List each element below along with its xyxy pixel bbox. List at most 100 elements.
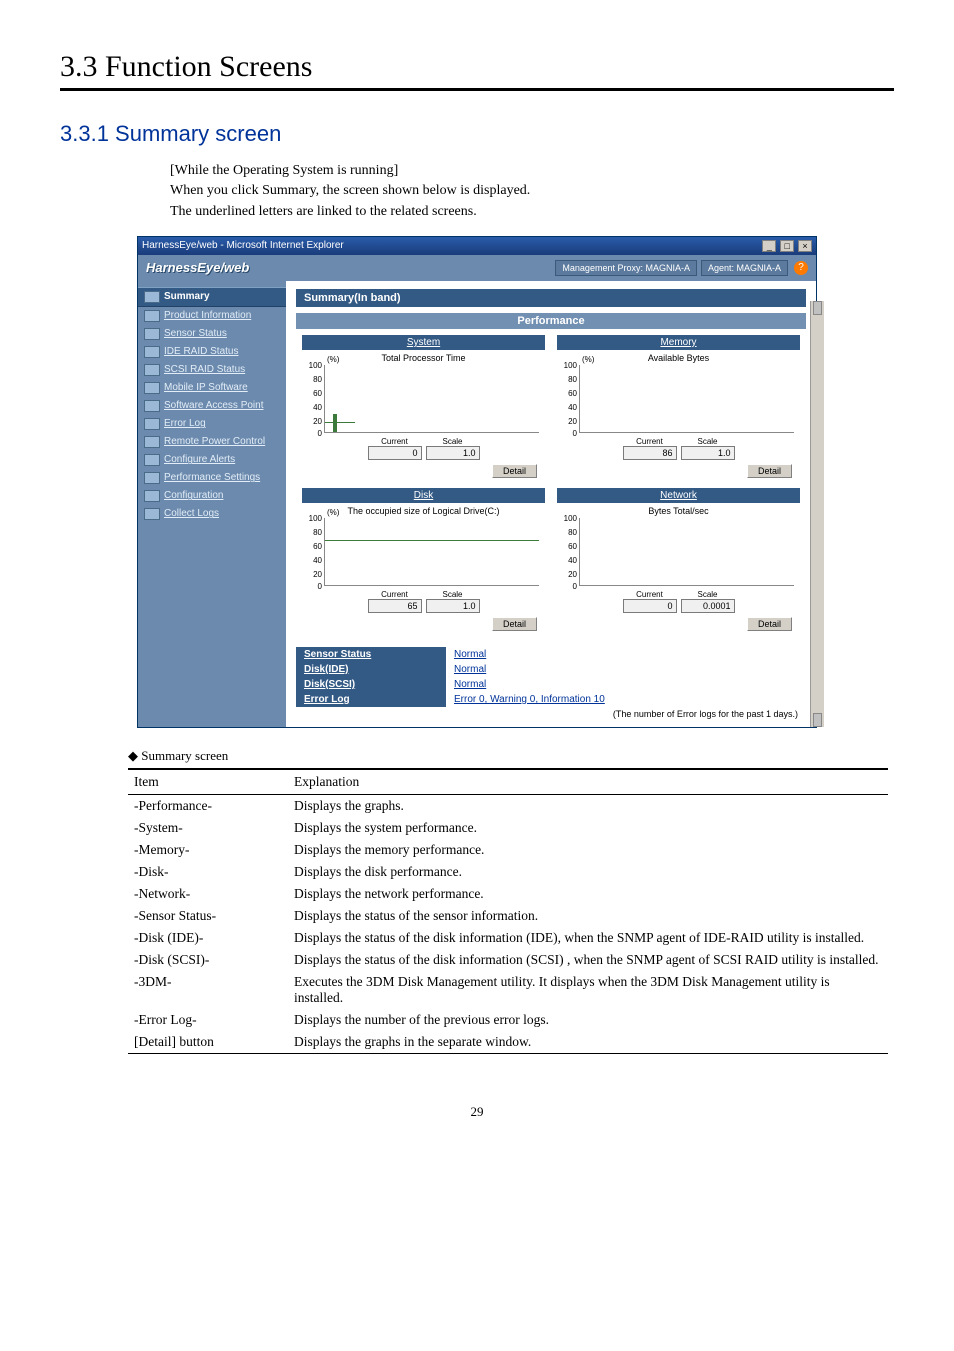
sidebar-item-label: IDE RAID Status — [164, 346, 238, 357]
ytick: 100 — [303, 361, 322, 370]
panel-system-header[interactable]: System — [302, 335, 545, 350]
disk-current-input[interactable] — [368, 599, 422, 613]
memory-current-input[interactable] — [623, 446, 677, 460]
network-detail-button[interactable]: Detail — [747, 617, 792, 631]
sidebar-item-label: Mobile IP Software — [164, 382, 248, 393]
maximize-button[interactable]: □ — [780, 240, 794, 252]
disk-scale-input[interactable] — [426, 599, 480, 613]
app-header: HarnessEye/web Management Proxy: MAGNIA-… — [138, 255, 816, 281]
disk-ide-value[interactable]: Normal — [446, 662, 806, 677]
memory-scale-input[interactable] — [681, 446, 735, 460]
system-detail-button[interactable]: Detail — [492, 464, 537, 478]
disk-ide-label[interactable]: Disk(IDE) — [296, 662, 446, 677]
sidebar-item-label: Configure Alerts — [164, 454, 235, 465]
sidebar-item-error-log[interactable]: Error Log — [138, 415, 286, 433]
disk-scsi-value[interactable]: Normal — [446, 677, 806, 692]
table-row: -System-Displays the system performance. — [128, 817, 888, 839]
current-label: Current — [623, 437, 677, 446]
sidebar-item-label: Collect Logs — [164, 508, 219, 519]
ytick: 0 — [303, 582, 322, 591]
error-log-value[interactable]: Error 0, Warning 0, Information 10 — [446, 692, 806, 707]
ytick: 80 — [558, 528, 577, 537]
sidebar-item-scsi-raid-status[interactable]: SCSI RAID Status — [138, 361, 286, 379]
minimize-button[interactable]: _ — [762, 240, 776, 252]
sidebar-item-configuration[interactable]: Configuration — [138, 487, 286, 505]
sidebar-item-icon — [144, 454, 160, 466]
table-row: -Performance-Displays the graphs. — [128, 794, 888, 817]
sensor-status-label[interactable]: Sensor Status — [296, 647, 446, 662]
table-row: -Disk-Displays the disk performance. — [128, 861, 888, 883]
sidebar-item-icon — [144, 310, 160, 322]
table-item: [Detail] button — [128, 1031, 288, 1054]
ytick: 60 — [303, 389, 322, 398]
disk-detail-button[interactable]: Detail — [492, 617, 537, 631]
panel-network-header[interactable]: Network — [557, 488, 800, 503]
status-footnote: (The number of Error logs for the past 1… — [296, 707, 806, 721]
system-current-input[interactable] — [368, 446, 422, 460]
chart-system-yunit: (%) — [327, 355, 339, 364]
ytick: 40 — [558, 556, 577, 565]
error-log-label[interactable]: Error Log — [296, 692, 446, 707]
subsection-heading: 3.3.1 Summary screen — [60, 121, 894, 147]
network-current-input[interactable] — [623, 599, 677, 613]
agent-label: Agent: MAGNIA-A — [701, 260, 788, 276]
ytick: 100 — [303, 514, 322, 523]
summary-table: Item Explanation -Performance-Displays t… — [128, 768, 888, 1054]
sidebar-item-product-information[interactable]: Product Information — [138, 307, 286, 325]
sidebar-item-label: Sensor Status — [164, 328, 227, 339]
section-heading: 3.3 Function Screens — [60, 50, 894, 91]
chart-system: (%) 100 80 60 40 20 0 — [324, 365, 539, 433]
screenshot: HarnessEye/web - Microsoft Internet Expl… — [137, 236, 817, 728]
sidebar-item-label: Configuration — [164, 490, 223, 501]
table-item: -Network- — [128, 883, 288, 905]
sidebar-item-icon — [144, 346, 160, 358]
sidebar-item-icon — [144, 490, 160, 502]
sensor-status-value[interactable]: Normal — [446, 647, 806, 662]
table-explanation: Displays the disk performance. — [288, 861, 888, 883]
sidebar-item-ide-raid-status[interactable]: IDE RAID Status — [138, 343, 286, 361]
memory-detail-button[interactable]: Detail — [747, 464, 792, 478]
chart-disk: (%) 100 80 60 40 20 0 — [324, 518, 539, 586]
sidebar-item-summary[interactable]: Summary — [138, 287, 286, 307]
table-row: [Detail] buttonDisplays the graphs in th… — [128, 1031, 888, 1054]
sidebar-item-icon — [144, 364, 160, 376]
table-caption: ◆ Summary screen — [128, 748, 894, 764]
network-scale-input[interactable] — [681, 599, 735, 613]
ytick: 20 — [303, 417, 322, 426]
chart-memory-yunit: (%) — [582, 355, 594, 364]
panel-network: Network Bytes Total/sec 100 80 60 40 20 … — [551, 486, 806, 639]
sidebar-item-icon — [144, 328, 160, 340]
sidebar-item-performance-settings[interactable]: Performance Settings — [138, 469, 286, 487]
sidebar-item-sensor-status[interactable]: Sensor Status — [138, 325, 286, 343]
close-button[interactable]: × — [798, 240, 812, 252]
panel-disk-header[interactable]: Disk — [302, 488, 545, 503]
scrollbar[interactable] — [810, 301, 824, 727]
window-buttons: _ □ × — [761, 240, 812, 252]
ytick: 100 — [558, 361, 577, 370]
table-explanation: Displays the network performance. — [288, 883, 888, 905]
table-explanation: Displays the number of the previous erro… — [288, 1009, 888, 1031]
sidebar-item-configure-alerts[interactable]: Configure Alerts — [138, 451, 286, 469]
table-item: -Sensor Status- — [128, 905, 288, 927]
performance-grid: System Total Processor Time (%) 100 80 6… — [296, 333, 806, 639]
ie-window: HarnessEye/web - Microsoft Internet Expl… — [137, 236, 817, 728]
page-number: 29 — [60, 1104, 894, 1120]
table-item: -Memory- — [128, 839, 288, 861]
sidebar-item-label: Error Log — [164, 418, 206, 429]
current-group: Current — [368, 437, 422, 460]
table-explanation: Displays the graphs in the separate wind… — [288, 1031, 888, 1054]
disk-scsi-label[interactable]: Disk(SCSI) — [296, 677, 446, 692]
sidebar-item-mobile-ip-software[interactable]: Mobile IP Software — [138, 379, 286, 397]
help-icon[interactable]: ? — [794, 261, 808, 275]
table-head-item: Item — [128, 769, 288, 795]
sidebar-item-collect-logs[interactable]: Collect Logs — [138, 505, 286, 523]
chart-disk-yunit: (%) — [327, 508, 339, 517]
panel-memory-header[interactable]: Memory — [557, 335, 800, 350]
intro-line-1: [While the Operating System is running] — [170, 161, 894, 181]
sidebar-item-remote-power-control[interactable]: Remote Power Control — [138, 433, 286, 451]
ie-titlebar: HarnessEye/web - Microsoft Internet Expl… — [138, 237, 816, 255]
table-row: -Disk (SCSI)-Displays the status of the … — [128, 949, 888, 971]
sidebar-item-software-access-point[interactable]: Software Access Point — [138, 397, 286, 415]
sidebar-item-label: Remote Power Control — [164, 436, 265, 447]
system-scale-input[interactable] — [426, 446, 480, 460]
